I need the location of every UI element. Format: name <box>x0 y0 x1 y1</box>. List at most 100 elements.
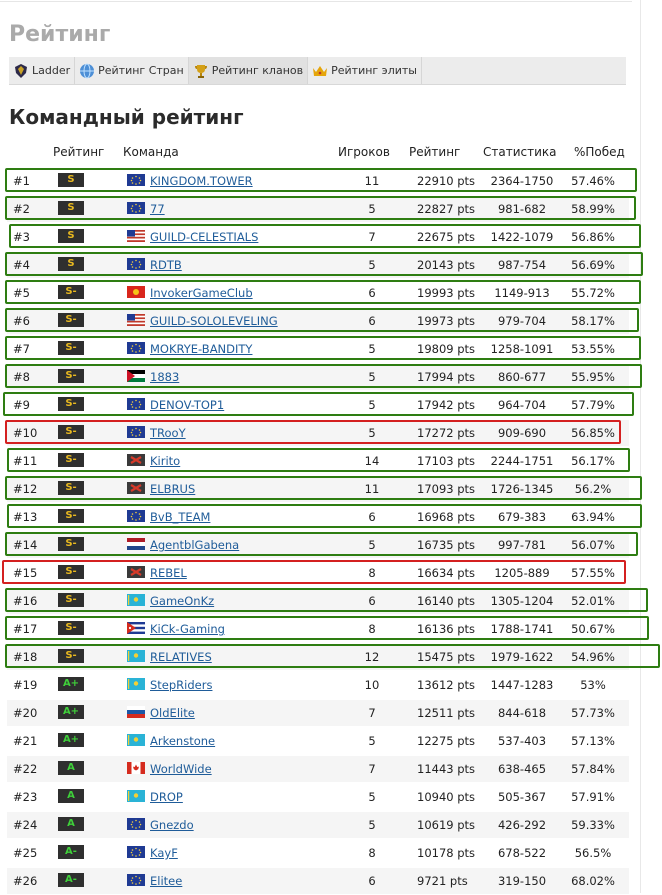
rank-number: #17 <box>13 622 38 636</box>
team-link[interactable]: Gnezdo <box>150 818 194 832</box>
team-link[interactable]: DROP <box>150 790 183 804</box>
rank-number: #15 <box>13 566 38 580</box>
flag-icon-kg <box>127 286 145 298</box>
win-percentage: 56.69% <box>571 258 615 272</box>
rating-points: 16140 pts <box>417 594 476 608</box>
team-link[interactable]: GameOnKz <box>150 594 214 608</box>
tier-badge: S <box>58 229 84 243</box>
tier-badge: S- <box>58 509 84 523</box>
team-link[interactable]: 1883 <box>150 370 179 384</box>
win-percentage: 56.07% <box>571 538 615 552</box>
rank-number: #9 <box>13 398 30 412</box>
win-loss-stats: 678-522 <box>497 846 547 860</box>
rating-points: 17272 pts <box>417 426 476 440</box>
win-loss-stats: 1726-1345 <box>490 482 554 496</box>
team-link[interactable]: GUILD-CELESTIALS <box>150 230 258 244</box>
table-row: #23 A DROP 5 10940 pts 505-367 57.91% <box>0 783 662 811</box>
rank-number: #1 <box>13 174 30 188</box>
rating-points: 22910 pts <box>417 174 476 188</box>
rank-number: #21 <box>13 734 38 748</box>
team-link[interactable]: KiCk-Gaming <box>150 622 225 636</box>
win-loss-stats: 844-618 <box>497 706 547 720</box>
players-count: 5 <box>368 342 376 356</box>
team-link[interactable]: DENOV-TOP1 <box>150 398 224 412</box>
win-loss-stats: 2244-1751 <box>490 454 554 468</box>
rating-points: 17994 pts <box>417 370 476 384</box>
players-count: 8 <box>368 566 376 580</box>
team-link[interactable]: OldElite <box>150 706 195 720</box>
tier-badge: S <box>58 257 84 271</box>
table-row: #3 S GUILD-CELESTIALS 7 22675 pts 1422-1079 56… <box>0 223 662 251</box>
win-percentage: 57.13% <box>571 734 615 748</box>
tier-badge: S- <box>58 285 84 299</box>
team-link[interactable]: GUILD-SOLOLEVELING <box>150 314 278 328</box>
rank-number: #2 <box>13 202 30 216</box>
rating-points: 19973 pts <box>417 314 476 328</box>
team-link[interactable]: 77 <box>150 202 165 216</box>
rank-number: #13 <box>13 510 38 524</box>
win-percentage: 58.99% <box>571 202 615 216</box>
team-link[interactable]: WorldWide <box>150 762 212 776</box>
tier-badge: S- <box>58 453 84 467</box>
table-row: #22 A WorldWide 7 11443 pts 638-465 57.84% <box>0 755 662 783</box>
tier-badge: S- <box>58 397 84 411</box>
table-row: #13 S- BvB_TEAM 6 16968 pts 679-383 63.94% <box>0 503 662 531</box>
win-percentage: 55.95% <box>571 370 615 384</box>
flag-icon-kz <box>127 790 145 802</box>
win-percentage: 57.84% <box>571 762 615 776</box>
rating-points: 19809 pts <box>417 342 476 356</box>
win-percentage: 53% <box>580 678 606 692</box>
table-row: #12 S- ELBRUS 11 17093 pts 1726-1345 56.2% <box>0 475 662 503</box>
players-count: 5 <box>368 258 376 272</box>
team-link[interactable]: Elitee <box>150 874 182 888</box>
players-count: 8 <box>368 846 376 860</box>
rating-points: 12511 pts <box>417 706 476 720</box>
team-link[interactable]: RDTB <box>150 258 182 272</box>
table-row: #15 S- REBEL 8 16634 pts 1205-889 57.55% <box>0 559 662 587</box>
players-count: 5 <box>368 398 376 412</box>
players-count: 6 <box>368 314 376 328</box>
rating-points: 9721 pts <box>417 874 468 888</box>
flag-icon-cu <box>127 622 145 634</box>
table-row: #21 A+ Arkenstone 5 12275 pts 537-403 57.13% <box>0 727 662 755</box>
flag-icon-kz <box>127 678 145 690</box>
flag-icon-al <box>127 454 145 466</box>
rating-points: 22675 pts <box>417 230 476 244</box>
team-link[interactable]: Kirito <box>150 454 180 468</box>
rating-points: 19993 pts <box>417 286 476 300</box>
win-loss-stats: 1422-1079 <box>490 230 554 244</box>
team-link[interactable]: MOKRYE-BANDITY <box>150 342 252 356</box>
tier-badge: A <box>58 761 84 775</box>
team-link[interactable]: InvokerGameClub <box>150 286 253 300</box>
rank-number: #8 <box>13 370 30 384</box>
team-link[interactable]: StepRiders <box>150 678 212 692</box>
players-count: 11 <box>364 482 380 496</box>
players-count: 11 <box>364 174 380 188</box>
win-percentage: 50.67% <box>571 622 615 636</box>
win-percentage: 63.94% <box>571 510 615 524</box>
flag-icon-eu <box>127 174 145 186</box>
players-count: 5 <box>368 538 376 552</box>
players-count: 6 <box>368 286 376 300</box>
team-link[interactable]: ELBRUS <box>150 482 195 496</box>
team-link[interactable]: KINGDOM.TOWER <box>150 174 253 188</box>
tier-badge: S- <box>58 313 84 327</box>
team-link[interactable]: BvB_TEAM <box>150 510 210 524</box>
team-link[interactable]: KayF <box>150 846 178 860</box>
win-loss-stats: 979-704 <box>497 314 547 328</box>
team-link[interactable]: Arkenstone <box>150 734 215 748</box>
win-loss-stats: 1788-1741 <box>490 622 554 636</box>
team-link[interactable]: AgentblGabena <box>150 538 239 552</box>
team-link[interactable]: REBEL <box>150 566 187 580</box>
flag-icon-eu <box>127 846 145 858</box>
team-link[interactable]: TRooY <box>150 426 186 440</box>
win-loss-stats: 1205-889 <box>494 566 550 580</box>
team-link[interactable]: RELATIVES <box>150 650 212 664</box>
players-count: 5 <box>368 370 376 384</box>
rank-number: #12 <box>13 482 38 496</box>
flag-icon-kz <box>127 734 145 746</box>
players-count: 6 <box>368 874 376 888</box>
tier-badge: A+ <box>58 677 84 691</box>
tier-badge: S- <box>58 565 84 579</box>
rank-number: #11 <box>13 454 38 468</box>
